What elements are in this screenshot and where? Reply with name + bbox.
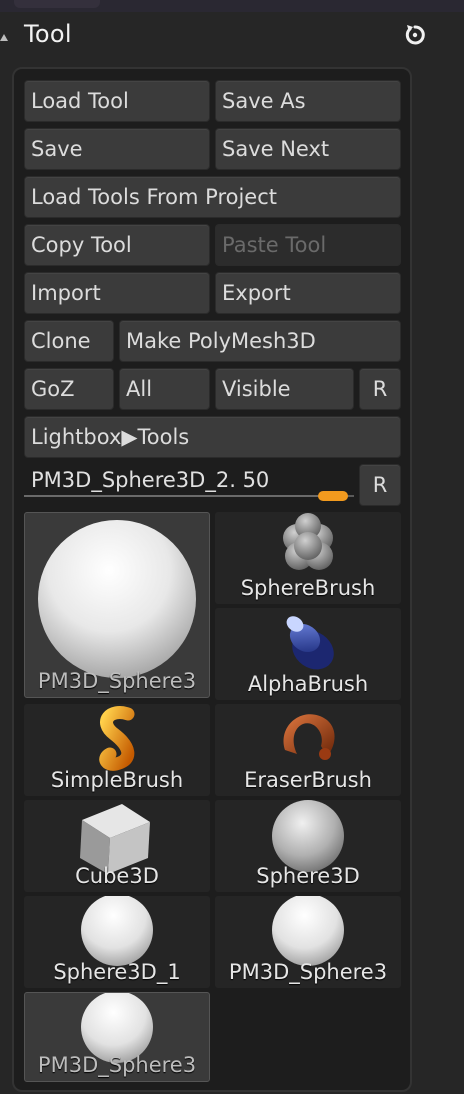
tool-thumb-simplebrush[interactable]: SimpleBrush [24,704,210,796]
goz-all-button[interactable]: All [119,368,210,410]
tool-label: SphereBrush [240,576,376,600]
clone-button[interactable]: Clone [24,320,114,362]
tool-label: PM3D_Sphere3 [37,669,197,693]
tool-thumb-alphabrush[interactable]: AlphaBrush [215,608,401,700]
tool-label: PM3D_Sphere3 [228,960,388,984]
export-button[interactable]: Export [215,272,401,314]
lightbox-tools-button[interactable]: Lightbox▶Tools [24,416,401,458]
slider-label: PM3D_Sphere3D_2. 50 [31,468,269,492]
slider-value: 50 [242,468,270,492]
slider-label-text: PM3D_Sphere3D_2. [31,468,236,492]
tool-thumb-pm3d-sphere3-second[interactable]: PM3D_Sphere3 [24,992,210,1082]
tool-label: SimpleBrush [50,768,184,792]
tool-thumb-sphere3d-1[interactable]: Sphere3D_1 [24,896,210,988]
save-as-button[interactable]: Save As [215,80,401,122]
collapse-arrow-icon[interactable] [0,34,8,41]
goz-button[interactable]: GoZ [24,368,114,410]
tool-thumb-pm3d-sphere3[interactable]: PM3D_Sphere3 [215,896,401,988]
tool-slider[interactable]: PM3D_Sphere3D_2. 50 [24,462,356,504]
window-tab[interactable] [14,0,100,8]
copy-tool-button[interactable]: Copy Tool [24,224,210,266]
tool-label: AlphaBrush [247,672,369,696]
tool-label: EraserBrush [244,768,372,792]
make-polymesh3d-button[interactable]: Make PolyMesh3D [119,320,401,362]
tool-thumb-sphere3d[interactable]: Sphere3D [215,800,401,892]
tool-label: Sphere3D [256,864,360,888]
slider-r-button[interactable]: R [359,464,401,506]
tool-thumb-pm3d-sphere3-selected[interactable]: PM3D_Sphere3 [24,512,210,698]
tool-label: Sphere3D_1 [53,960,181,984]
tool-thumb-spherebrush[interactable]: SphereBrush [215,512,401,604]
reset-icon[interactable] [402,22,428,48]
import-button[interactable]: Import [24,272,210,314]
goz-visible-button[interactable]: Visible [215,368,354,410]
palette-title: Tool [24,20,72,48]
save-button[interactable]: Save [24,128,210,170]
goz-r-button[interactable]: R [359,368,401,410]
save-next-button[interactable]: Save Next [215,128,401,170]
load-tools-from-project-button[interactable]: Load Tools From Project [24,176,401,218]
tool-label: PM3D_Sphere3 [37,1053,197,1077]
slider-handle[interactable] [318,491,348,501]
slider-fill [24,495,318,497]
tool-thumb-eraserbrush[interactable]: EraserBrush [215,704,401,796]
tool-thumb-cube3d[interactable]: Cube3D [24,800,210,892]
window-top-strip [0,0,464,12]
tool-label: Cube3D [75,864,159,888]
paste-tool-button[interactable]: Paste Tool [215,224,401,266]
load-tool-button[interactable]: Load Tool [24,80,210,122]
